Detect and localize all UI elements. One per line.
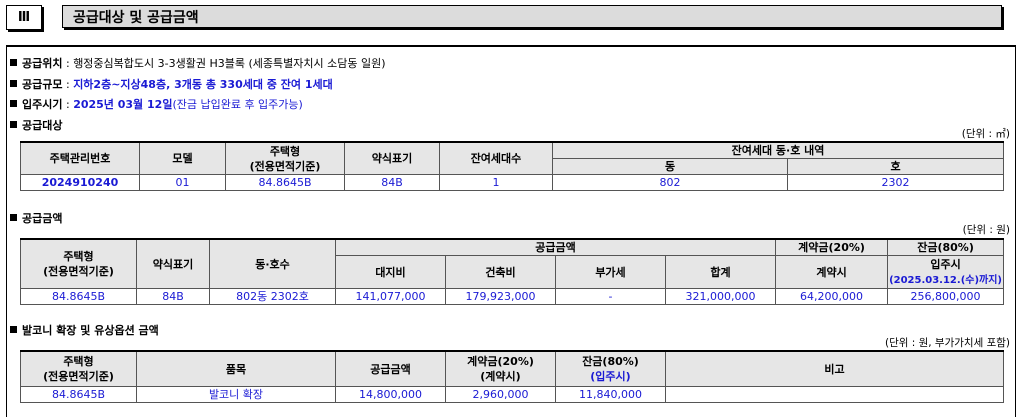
- cell-building: 179,923,000: [445, 288, 556, 305]
- th-abbr: 약식표기: [136, 238, 210, 289]
- info-movein: 입주시기 : 2025년 03월 12일(잔금 납입완료 후 입주가능): [10, 96, 303, 112]
- th-balance-sub: 입주시 (2025.03.12.(수)까지): [887, 255, 1005, 289]
- cell-dongho: 802동 2302호: [209, 288, 336, 305]
- cell-deposit: 64,200,000: [775, 288, 889, 305]
- cell-abbr: 84B: [344, 174, 440, 191]
- table-row: 2024910240 01 84.8645B 84B 1 802 2302: [20, 174, 1004, 191]
- bullet-square-icon: [10, 100, 17, 107]
- option-label: 발코니 확장 및 유상옵션 금액: [10, 322, 159, 338]
- th-deposit-sub: 계약시: [775, 255, 889, 289]
- cell-land: 141,077,000: [335, 288, 446, 305]
- cell-mgmt-no: 2024910240: [20, 174, 140, 191]
- cell-item: 발코니 확장: [136, 386, 336, 403]
- th-model: 모델: [139, 141, 226, 175]
- th-item: 품목: [136, 350, 336, 387]
- bullet-square-icon: [10, 121, 17, 128]
- th-note: 비고: [665, 350, 1004, 387]
- table-row: 84.8645B 84B 802동 2302호 141,077,000 179,…: [20, 288, 1005, 305]
- th-deposit: 계약금(20%): [775, 238, 889, 256]
- th-type: 주택형 (전용면적기준): [20, 350, 137, 387]
- th-balance: 잔금(80%): [887, 238, 1005, 256]
- info-scale: 공급규모 : 지하2층~지상48층, 3개동 총 330세대 중 잔여 1세대: [10, 76, 333, 92]
- th-dong: 동: [552, 158, 788, 175]
- target-label: 공급대상: [10, 117, 62, 133]
- th-detail: 잔여세대 동·호 내역: [552, 141, 1004, 159]
- cell-dong: 802: [552, 174, 788, 191]
- th-type: 주택형 (전용면적기준): [225, 141, 345, 175]
- th-balance: 잔금(80%) (입주시): [555, 350, 666, 387]
- target-table: 주택관리번호 모델 주택형 (전용면적기준) 약식표기 잔여세대수 잔여세대 동·…: [20, 141, 1004, 191]
- bullet-square-icon: [10, 214, 17, 221]
- th-remaining: 잔여세대수: [439, 141, 553, 175]
- th-building: 건축비: [445, 255, 556, 289]
- th-land: 대지비: [335, 255, 446, 289]
- th-ho: 호: [787, 158, 1004, 175]
- option-unit: (단위 : 원, 부가가치세 포함): [884, 337, 1010, 349]
- price-unit: (단위 : 원): [962, 224, 1010, 236]
- table-row: 84.8645B 발코니 확장 14,800,000 2,960,000 11,…: [20, 386, 1004, 403]
- th-supply: 공급금액: [335, 350, 446, 387]
- cell-abbr: 84B: [136, 288, 210, 305]
- info-location: 공급위치 : 행정중심복합도시 3-3생활권 H3블록 (세종특별자치시 소담동…: [10, 55, 386, 71]
- section-header: Ⅲ 공급대상 및 공급금액: [6, 5, 1002, 30]
- cell-balance: 256,800,000: [887, 288, 1005, 305]
- target-unit: (단위 : ㎡): [961, 128, 1010, 140]
- cell-supply: 14,800,000: [335, 386, 446, 403]
- bullet-square-icon: [10, 326, 17, 333]
- section-title: 공급대상 및 공급금액: [62, 5, 1002, 28]
- price-label: 공급금액: [10, 210, 62, 226]
- th-total: 합계: [664, 255, 777, 289]
- cell-vat: -: [555, 288, 666, 305]
- cell-ho: 2302: [787, 174, 1004, 191]
- cell-type: 84.8645B: [20, 288, 137, 305]
- cell-balance: 11,840,000: [555, 386, 666, 403]
- option-table: 주택형 (전용면적기준) 품목 공급금액 계약금(20%) (계약시) 잔금(80%…: [20, 350, 1004, 403]
- cell-type: 84.8645B: [225, 174, 345, 191]
- cell-total: 321,000,000: [664, 288, 777, 305]
- cell-model: 01: [139, 174, 226, 191]
- bullet-square-icon: [10, 80, 17, 87]
- bullet-square-icon: [10, 59, 17, 66]
- th-dongho: 동·호수: [209, 238, 336, 289]
- cell-note: [665, 386, 1004, 403]
- th-vat: 부가세: [555, 255, 666, 289]
- section-number: Ⅲ: [6, 5, 42, 30]
- cell-type: 84.8645B: [20, 386, 137, 403]
- cell-deposit: 2,960,000: [445, 386, 556, 403]
- th-deposit: 계약금(20%) (계약시): [445, 350, 556, 387]
- cell-remaining: 1: [439, 174, 553, 191]
- th-mgmt-no: 주택관리번호: [20, 141, 140, 175]
- price-table: 주택형 (전용면적기준) 약식표기 동·호수 공급금액 계약금(20%) 잔금(8…: [20, 238, 1005, 305]
- th-type: 주택형 (전용면적기준): [20, 238, 137, 289]
- th-abbr: 약식표기: [344, 141, 440, 175]
- th-supply: 공급금액: [334, 238, 777, 256]
